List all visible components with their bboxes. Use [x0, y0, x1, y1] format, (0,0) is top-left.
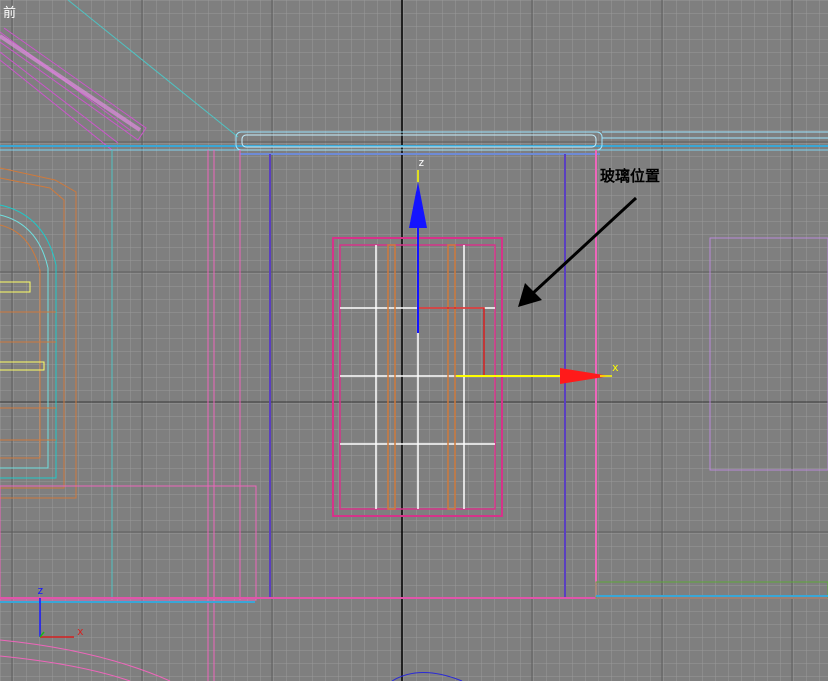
glass-position-annotation: 玻璃位置 — [600, 167, 661, 185]
gizmo-x-label: x — [612, 361, 619, 374]
viewport-label[interactable]: 前 — [3, 2, 16, 21]
viewport-scene[interactable]: z x z x — [0, 0, 828, 681]
front-viewport[interactable]: z x z x 前 玻璃位置 — [0, 0, 828, 681]
grid-minor — [0, 0, 828, 681]
gizmo-z-label: z — [418, 156, 425, 169]
tripod-x-label: x — [77, 625, 84, 638]
tripod-z-label: z — [37, 584, 44, 597]
